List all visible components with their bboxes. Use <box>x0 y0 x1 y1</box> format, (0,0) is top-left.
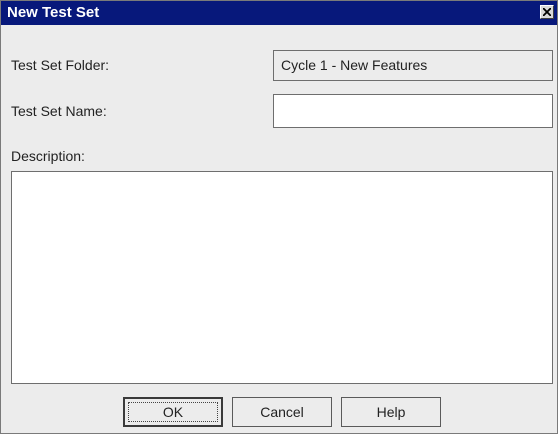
ok-button[interactable]: OK <box>123 397 223 427</box>
close-button[interactable] <box>540 5 554 19</box>
test-set-folder-field: Cycle 1 - New Features <box>273 50 553 81</box>
test-set-name-input[interactable] <box>273 94 553 128</box>
cancel-button[interactable]: Cancel <box>232 397 332 427</box>
test-set-folder-label: Test Set Folder: <box>11 57 110 73</box>
new-test-set-dialog: New Test Set Test Set Folder: Cycle 1 - … <box>0 0 558 434</box>
title-bar: New Test Set <box>1 1 557 25</box>
description-textarea[interactable] <box>11 171 553 384</box>
focus-ring <box>128 402 218 422</box>
help-button[interactable]: Help <box>341 397 441 427</box>
description-label: Description: <box>11 148 85 164</box>
dialog-title: New Test Set <box>7 4 100 21</box>
close-icon <box>543 8 551 16</box>
test-set-name-label: Test Set Name: <box>11 103 107 119</box>
